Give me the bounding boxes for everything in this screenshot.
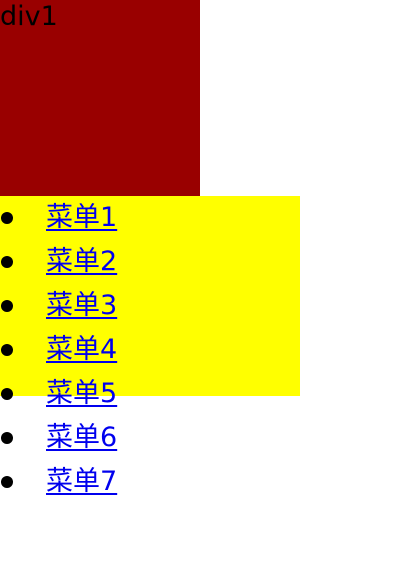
menu-item-5: 菜单5 xyxy=(0,372,117,416)
bullet-icon xyxy=(1,300,13,312)
bullet-icon xyxy=(1,388,13,400)
div1-label: div1 xyxy=(0,1,58,32)
bullet-icon xyxy=(1,256,13,268)
menu-item-7: 菜单7 xyxy=(0,460,117,504)
menu-link-3[interactable]: 菜单3 xyxy=(46,290,117,321)
menu-link-2[interactable]: 菜单2 xyxy=(46,246,117,277)
menu-list: 菜单1 菜单2 菜单3 菜单4 菜单5 菜单6 菜单7 xyxy=(0,196,117,504)
menu-item-3: 菜单3 xyxy=(0,284,117,328)
menu-link-1[interactable]: 菜单1 xyxy=(46,202,117,233)
menu-link-4[interactable]: 菜单4 xyxy=(46,334,117,365)
menu-link-6[interactable]: 菜单6 xyxy=(46,422,117,453)
menu-item-1: 菜单1 xyxy=(0,196,117,240)
bullet-icon xyxy=(1,344,13,356)
menu-link-7[interactable]: 菜单7 xyxy=(46,466,117,497)
menu-item-6: 菜单6 xyxy=(0,416,117,460)
bullet-icon xyxy=(1,212,13,224)
menu-item-4: 菜单4 xyxy=(0,328,117,372)
div1-box: div1 xyxy=(0,0,200,196)
bullet-icon xyxy=(1,432,13,444)
bullet-icon xyxy=(1,476,13,488)
menu-item-2: 菜单2 xyxy=(0,240,117,284)
menu-link-5[interactable]: 菜单5 xyxy=(46,378,117,409)
